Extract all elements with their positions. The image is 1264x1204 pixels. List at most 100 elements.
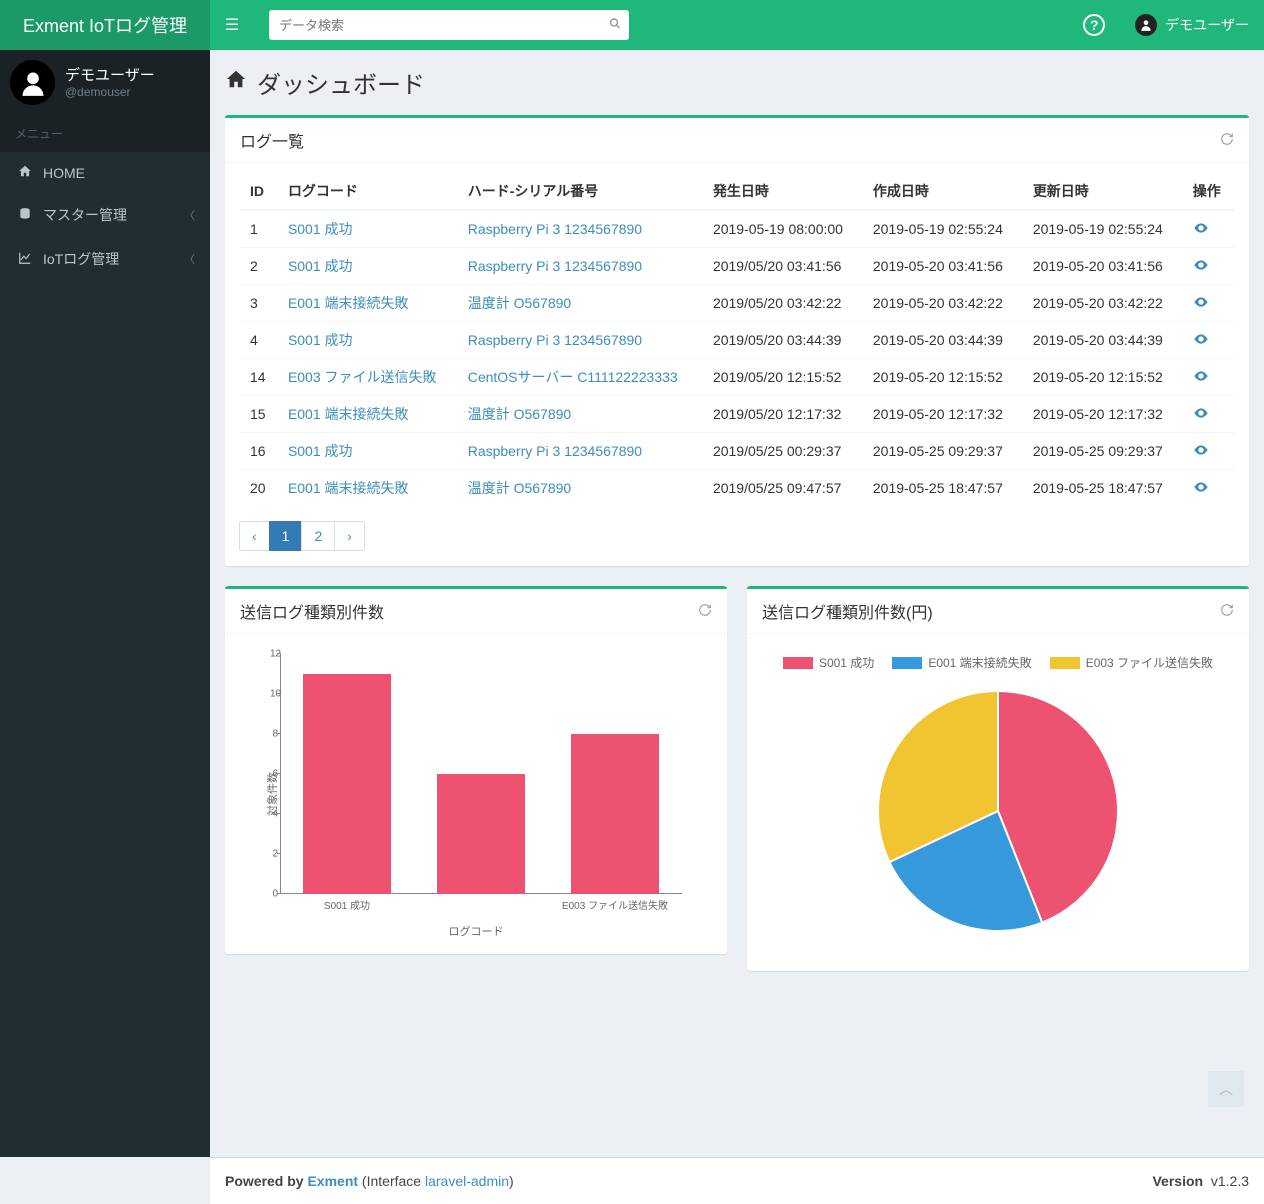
log-code-link[interactable]: S001 成功 (288, 332, 353, 348)
refresh-icon (1220, 133, 1234, 149)
search-icon (609, 18, 621, 33)
log-code-link[interactable]: S001 成功 (288, 258, 353, 274)
sidebar-item-iotlog[interactable]: IoTログ管理 〈 (0, 237, 210, 281)
main-sidebar: デモユーザー @demouser メニュー HOME マスター管理 〈 (0, 50, 210, 1157)
exment-link[interactable]: Exment (307, 1173, 358, 1189)
table-row: 14E003 ファイル送信失敗CentOSサーバー C1111222233332… (240, 359, 1234, 396)
view-button[interactable] (1193, 479, 1209, 498)
chevron-up-icon: ︿ (1219, 1079, 1233, 1099)
user-avatar-icon (10, 60, 55, 105)
table-column-header: ID (240, 173, 278, 210)
log-table: IDログコードハード-シリアル番号発生日時作成日時更新日時操作 1S001 成功… (240, 173, 1234, 506)
legend-item[interactable]: E001 端末接続失敗 (892, 654, 1031, 671)
cell-id: 20 (240, 470, 278, 507)
view-button[interactable] (1193, 368, 1209, 387)
scroll-to-top-button[interactable]: ︿ (1208, 1071, 1244, 1107)
view-button[interactable] (1193, 405, 1209, 424)
hardware-link[interactable]: CentOSサーバー C111122223333 (468, 369, 678, 385)
log-list-box: ログ一覧 IDログコードハード-シリアル番号発生日時作成日時更新日時操作 1S0… (225, 115, 1249, 566)
eye-icon (1193, 405, 1209, 424)
bar-chart: 対象件数 ログコード S001 成功E003 ファイル送信失敗 02468101… (240, 644, 712, 944)
bar (437, 774, 524, 894)
view-button[interactable] (1193, 257, 1209, 276)
hardware-link[interactable]: 温度計 O567890 (468, 406, 572, 422)
sidebar-item-label: HOME (43, 165, 85, 181)
content: ログ一覧 IDログコードハード-シリアル番号発生日時作成日時更新日時操作 1S0… (210, 100, 1264, 1006)
eye-icon (1193, 368, 1209, 387)
cell-updated: 2019-05-20 12:17:32 (1023, 396, 1183, 433)
user-menu[interactable]: デモユーザー (1120, 0, 1264, 50)
view-button[interactable] (1193, 220, 1209, 239)
table-column-header: 更新日時 (1023, 173, 1183, 210)
hardware-link[interactable]: Raspberry Pi 3 1234567890 (468, 332, 642, 348)
refresh-button[interactable] (1220, 132, 1234, 149)
hardware-link[interactable]: 温度計 O567890 (468, 480, 572, 496)
pagination-page[interactable]: 2 (301, 521, 335, 551)
cell-created: 2019-05-20 03:41:56 (863, 248, 1023, 285)
table-row: 4S001 成功Raspberry Pi 3 12345678902019/05… (240, 322, 1234, 359)
sidebar-toggle-button[interactable]: ☰ (210, 0, 254, 50)
legend-label: E001 端末接続失敗 (928, 654, 1031, 671)
top-navbar: ☰ ? デモユーザー (210, 0, 1264, 50)
sidebar-item-master[interactable]: マスター管理 〈 (0, 193, 210, 237)
cell-id: 16 (240, 433, 278, 470)
pagination: ‹12› (240, 521, 1234, 551)
refresh-icon (698, 604, 712, 620)
hardware-link[interactable]: 温度計 O567890 (468, 295, 572, 311)
app-logo[interactable]: Exment IoTログ管理 (0, 0, 210, 50)
legend-item[interactable]: S001 成功 (783, 654, 874, 671)
laravel-admin-link[interactable]: laravel-admin (425, 1173, 509, 1189)
search-form (269, 10, 629, 40)
view-button[interactable] (1193, 331, 1209, 350)
cell-id: 14 (240, 359, 278, 396)
log-code-link[interactable]: E001 端末接続失敗 (288, 480, 409, 496)
home-icon (225, 68, 247, 97)
cell-occurred: 2019/05/20 03:42:22 (703, 285, 863, 322)
sidebar-item-home[interactable]: HOME (0, 152, 210, 193)
log-code-link[interactable]: E001 端末接続失敗 (288, 406, 409, 422)
legend-label: S001 成功 (819, 654, 874, 671)
cell-occurred: 2019/05/20 03:41:56 (703, 248, 863, 285)
bar (571, 734, 658, 894)
eye-icon (1193, 257, 1209, 276)
log-code-link[interactable]: E003 ファイル送信失敗 (288, 369, 437, 385)
pagination-next[interactable]: › (334, 521, 365, 551)
hardware-link[interactable]: Raspberry Pi 3 1234567890 (468, 443, 642, 459)
main-header: Exment IoTログ管理 ☰ ? (0, 0, 1264, 50)
search-button[interactable] (609, 18, 621, 33)
ytick-label: 12 (270, 649, 278, 660)
view-button[interactable] (1193, 294, 1209, 313)
hardware-link[interactable]: Raspberry Pi 3 1234567890 (468, 258, 642, 274)
eye-icon (1193, 479, 1209, 498)
bar (303, 674, 390, 894)
bar-chart-title: 送信ログ種類別件数 (240, 599, 384, 623)
bar-plot-area: S001 成功E003 ファイル送信失敗 (280, 654, 682, 894)
log-code-link[interactable]: S001 成功 (288, 443, 353, 459)
cell-updated: 2019-05-20 03:44:39 (1023, 322, 1183, 359)
content-header: ダッシュボード (210, 50, 1264, 100)
hardware-link[interactable]: Raspberry Pi 3 1234567890 (468, 221, 642, 237)
cell-created: 2019-05-20 03:44:39 (863, 322, 1023, 359)
ytick-label: 10 (270, 689, 278, 700)
log-code-link[interactable]: S001 成功 (288, 221, 353, 237)
cell-updated: 2019-05-20 03:41:56 (1023, 248, 1183, 285)
user-display-name: デモユーザー (1165, 15, 1249, 35)
search-input[interactable] (269, 10, 629, 40)
pagination-prev[interactable]: ‹ (239, 521, 270, 551)
view-button[interactable] (1193, 442, 1209, 461)
table-column-header: ハード-シリアル番号 (458, 173, 703, 210)
log-code-link[interactable]: E001 端末接続失敗 (288, 295, 409, 311)
pagination-page[interactable]: 1 (269, 521, 303, 551)
main-footer: Powered by Exment (Interface laravel-adm… (210, 1157, 1264, 1204)
refresh-button[interactable] (698, 603, 712, 620)
sidebar-user-panel: デモユーザー @demouser (0, 50, 210, 115)
cell-occurred: 2019/05/20 12:17:32 (703, 396, 863, 433)
eye-icon (1193, 294, 1209, 313)
table-column-header: 発生日時 (703, 173, 863, 210)
xtick-label: S001 成功 (324, 897, 370, 912)
help-button[interactable]: ? (1068, 0, 1120, 50)
table-row: 20E001 端末接続失敗温度計 O5678902019/05/25 09:47… (240, 470, 1234, 507)
refresh-button[interactable] (1220, 603, 1234, 620)
legend-item[interactable]: E003 ファイル送信失敗 (1050, 654, 1213, 671)
bar-chart-xlabel: ログコード (240, 923, 712, 939)
